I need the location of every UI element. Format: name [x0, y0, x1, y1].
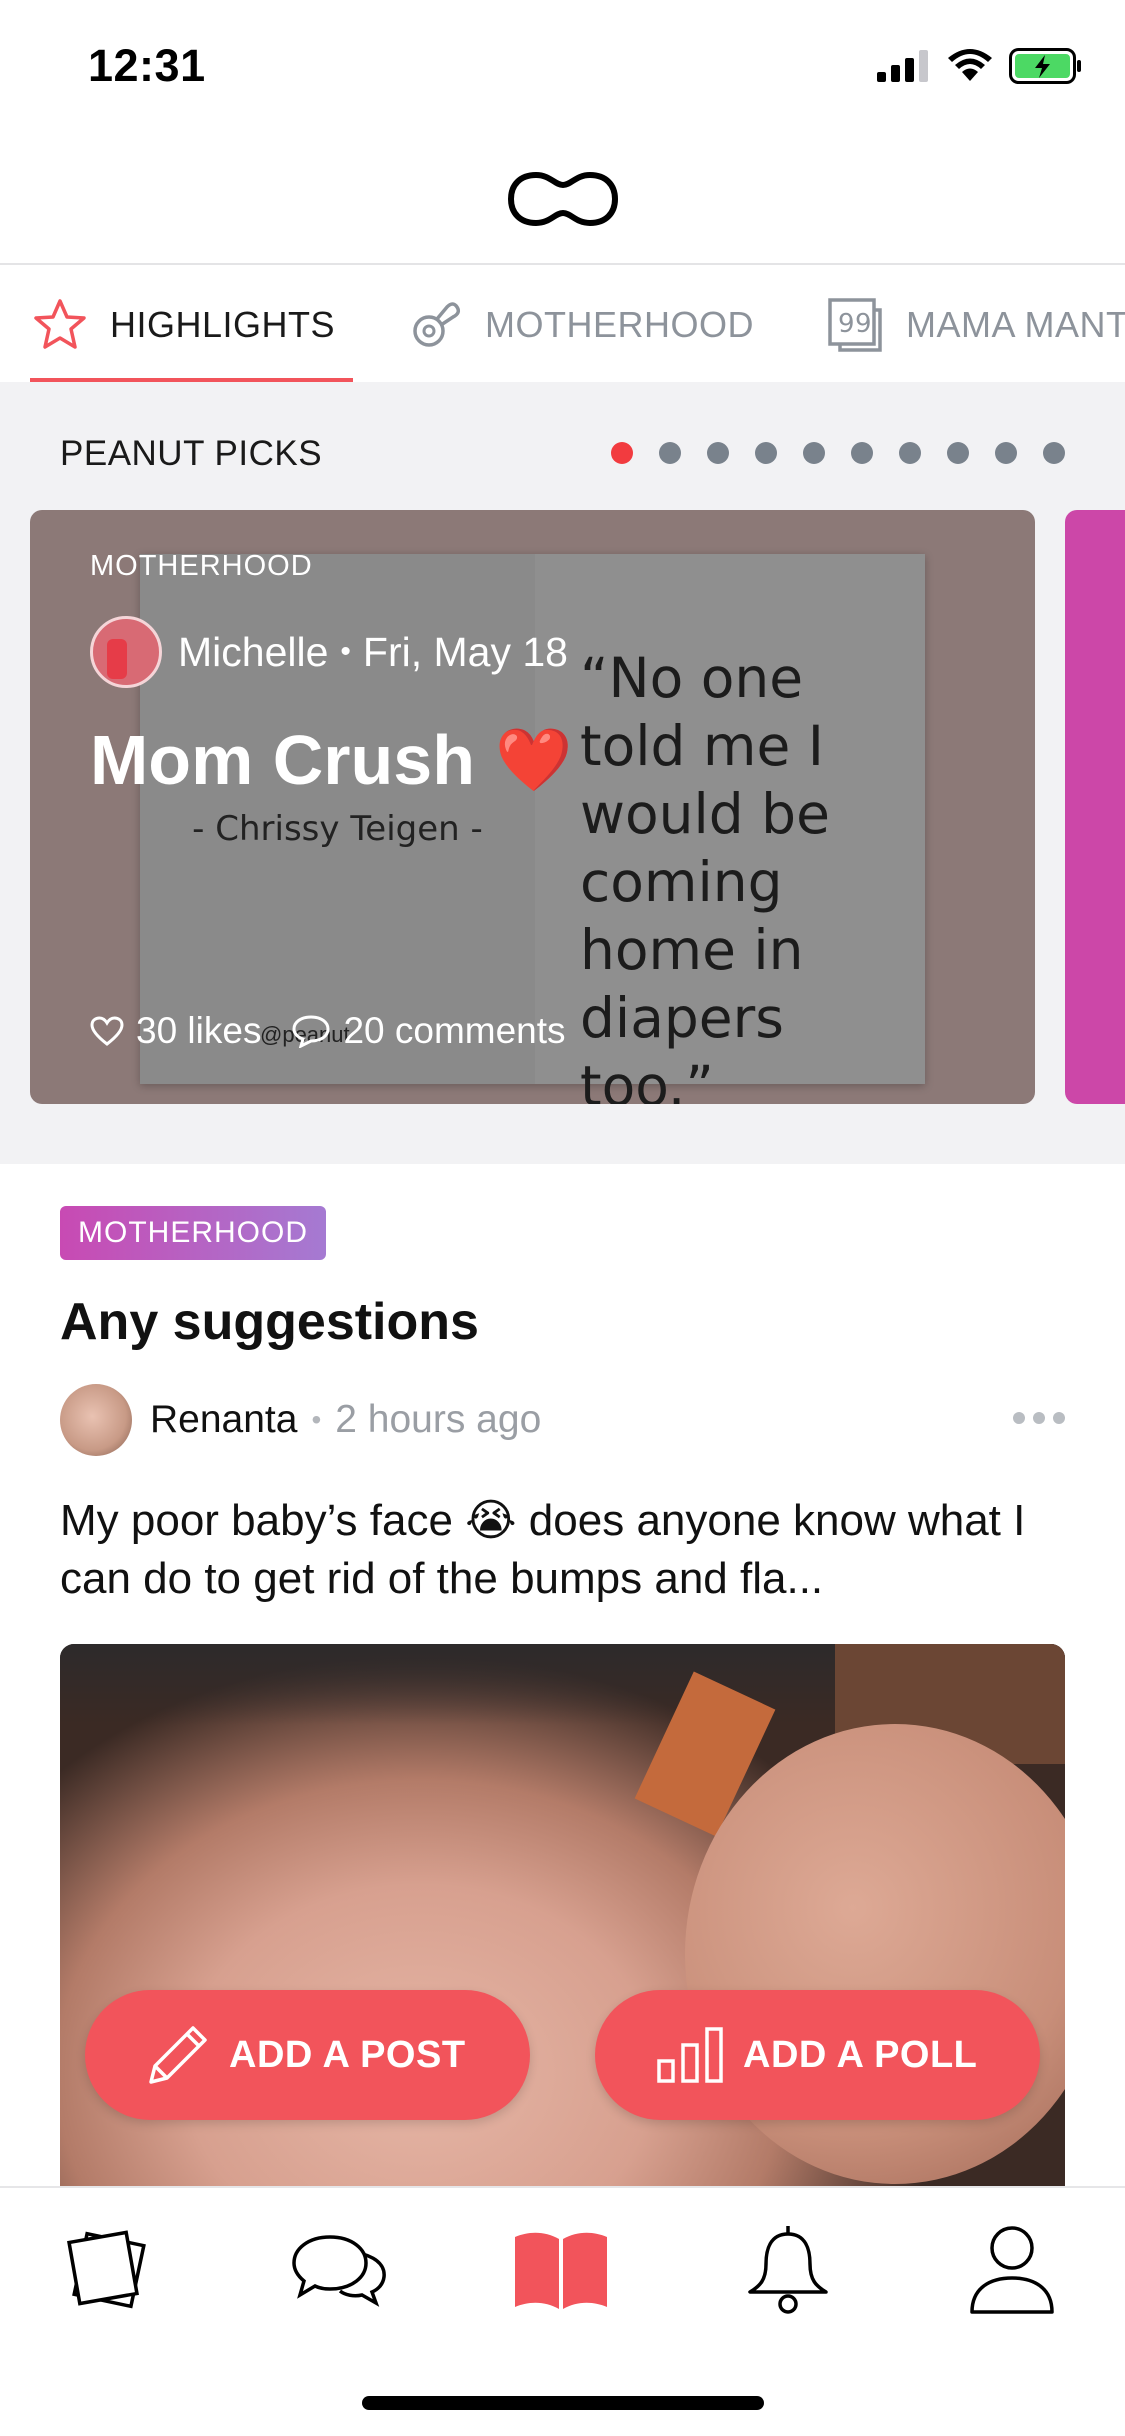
- carousel-dot[interactable]: [659, 442, 681, 464]
- bar-chart-icon: [655, 2025, 725, 2085]
- carousel-dot[interactable]: [611, 442, 633, 464]
- tab-highlights[interactable]: HIGHLIGHTS: [0, 267, 375, 382]
- wifi-icon: [948, 49, 992, 81]
- home-indicator[interactable]: [362, 2396, 764, 2410]
- chat-icon: [292, 2235, 386, 2307]
- book-icon: [515, 2232, 607, 2309]
- author-name: Renanta: [150, 1398, 298, 1441]
- carousel-dot[interactable]: [899, 442, 921, 464]
- image-quote: “No one told me I would be coming home i…: [580, 646, 830, 1104]
- status-bar: 12:31: [0, 0, 1125, 135]
- comment-icon[interactable]: [291, 1014, 331, 1048]
- post-time: 2 hours ago: [335, 1398, 542, 1441]
- author-name: Michelle: [178, 628, 329, 675]
- person-icon: [970, 2226, 1054, 2314]
- carousel-dot[interactable]: [995, 442, 1017, 464]
- next-card-peek[interactable]: [1065, 510, 1125, 1104]
- separator-dot: •: [340, 635, 351, 668]
- carousel-dot[interactable]: [1043, 442, 1065, 464]
- pacifier-icon: [407, 297, 463, 353]
- nav-pages[interactable]: [506, 2220, 616, 2320]
- post-author[interactable]: Renanta • 2 hours ago: [60, 1384, 541, 1456]
- nav-chat[interactable]: [285, 2220, 395, 2320]
- likes-count: 30 likes: [136, 1010, 262, 1051]
- post-body: My poor baby’s face 😭 does anyone know w…: [60, 1496, 1026, 1603]
- star-icon: [32, 298, 88, 352]
- pencil-icon: [145, 2022, 211, 2088]
- app-header: [0, 135, 1125, 265]
- carousel-dots: [611, 442, 1065, 464]
- tab-label: HIGHLIGHTS: [110, 303, 336, 345]
- comments-count: 20 comments: [343, 1010, 566, 1051]
- post-date: Fri, May 18: [362, 628, 568, 675]
- image-byline: - Chrissy Teigen -: [192, 809, 483, 849]
- tab-motherhood[interactable]: MOTHERHOOD: [375, 267, 794, 382]
- carousel-dot[interactable]: [803, 442, 825, 464]
- post-category-tag[interactable]: MOTHERHOOD: [60, 1206, 326, 1260]
- card-category: MOTHERHOOD: [90, 550, 313, 582]
- cards-icon: [67, 2230, 146, 2309]
- featured-card[interactable]: - Chrissy Teigen - @peanut “No one told …: [30, 510, 1035, 1104]
- heart-icon[interactable]: [90, 1016, 124, 1046]
- signal-icon: [877, 50, 928, 82]
- section-title: PEANUT PICKS: [60, 434, 323, 473]
- tab-label: MOTHERHOOD: [485, 303, 755, 345]
- battery-icon: [1009, 48, 1081, 84]
- add-poll-button[interactable]: ADD A POLL: [595, 1990, 1040, 2120]
- post-title: Any suggestions: [60, 1293, 479, 1351]
- bell-icon: [748, 2226, 828, 2314]
- separator-dot: •: [311, 1404, 322, 1435]
- status-time: 12:31: [88, 40, 206, 91]
- nav-notifications[interactable]: [733, 2220, 843, 2320]
- avatar[interactable]: [60, 1384, 132, 1456]
- tab-label: MAMA MANTRAS: [906, 303, 1125, 345]
- peanut-logo-icon: [507, 171, 618, 227]
- card-title: Mom Crush ❤️: [90, 720, 572, 800]
- card-title-text: Mom Crush: [90, 721, 475, 799]
- add-post-label: ADD A POST: [229, 2033, 466, 2076]
- status-icons: [877, 48, 1083, 84]
- add-poll-label: ADD A POLL: [743, 2033, 978, 2076]
- nav-profile[interactable]: [957, 2220, 1067, 2320]
- heart-emoji: ❤️: [495, 725, 573, 795]
- avatar[interactable]: [90, 616, 162, 688]
- card-meta: 30 likes 20 comments: [90, 1010, 566, 1052]
- nav-cards[interactable]: [55, 2220, 165, 2320]
- svg-text:99: 99: [838, 309, 872, 339]
- carousel-dot[interactable]: [755, 442, 777, 464]
- card-author[interactable]: Michelle • Fri, May 18: [90, 616, 568, 688]
- carousel-dot[interactable]: [947, 442, 969, 464]
- quote-icon: 99: [826, 296, 884, 354]
- peanut-picks-section: PEANUT PICKS - Chrissy Teigen - @peanut …: [0, 382, 1125, 1164]
- more-options-icon[interactable]: [1013, 1412, 1065, 1424]
- category-tabs: HIGHLIGHTS MOTHERHOOD 99 MAMA MANTRAS: [0, 267, 1125, 382]
- add-post-button[interactable]: ADD A POST: [85, 1990, 530, 2120]
- carousel-dot[interactable]: [707, 442, 729, 464]
- carousel-dot[interactable]: [851, 442, 873, 464]
- tab-mama-mantras[interactable]: 99 MAMA MANTRAS: [794, 267, 1125, 382]
